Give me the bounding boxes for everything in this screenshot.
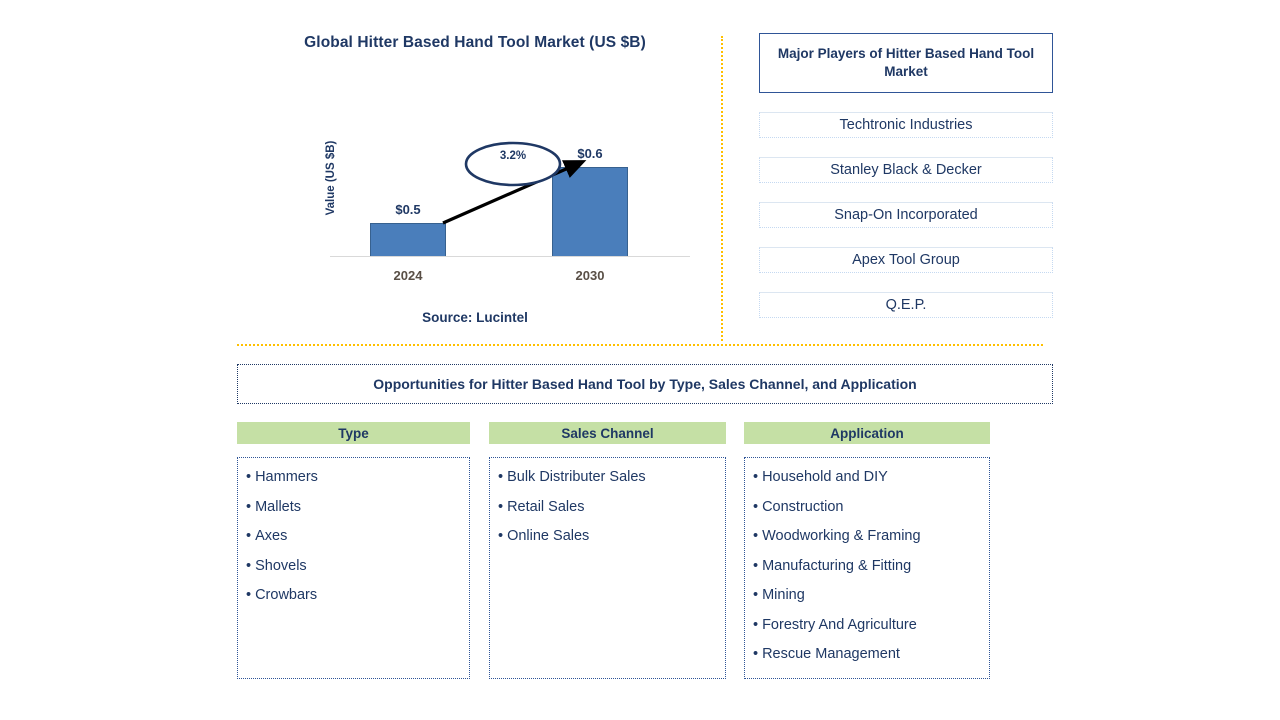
bar-value-2024: $0.5 — [395, 202, 421, 217]
list-item-label: Online Sales — [507, 528, 590, 544]
column-header-sales-channel: Sales Channel — [489, 422, 726, 444]
bullet-icon: • — [246, 587, 252, 603]
list-item: • Online Sales — [498, 529, 717, 544]
bar-chart-plot-area: Value (US $B) $0.5 2024 $0.6 2030 3.2% — [325, 122, 690, 283]
list-item-label: Axes — [255, 528, 288, 544]
opportunity-column-sales-channel: Sales Channel • Bulk Distributer Sales • R… — [489, 422, 726, 679]
list-item-label: Shovels — [255, 557, 307, 574]
list-item: • Retail Sales — [498, 498, 717, 515]
cagr-label: 3.2% — [499, 150, 527, 162]
opportunity-column-application: Application • Household and DIY • Construc… — [744, 422, 990, 679]
opportunity-column-type: Type • Hammers • Mallets • Axes • Shovels • C… — [237, 422, 470, 679]
bullet-icon: • — [498, 528, 504, 544]
player-row[interactable]: Q.E.P. — [759, 292, 1053, 318]
y-axis-label: Value (US $B) — [325, 140, 337, 216]
horizontal-divider — [237, 344, 1043, 346]
list-item: • Hammers — [246, 470, 461, 485]
list-item-label: Bulk Distributer Sales — [507, 469, 646, 485]
bullet-icon: • — [753, 528, 759, 544]
column-body-type: • Hammers • Mallets • Axes • Shovels • Crowba… — [237, 457, 470, 679]
player-row[interactable]: Apex Tool Group — [759, 247, 1053, 273]
list-item-label: Crowbars — [255, 587, 318, 603]
market-chart-panel: Global Hitter Based Hand Tool Market (US… — [230, 22, 720, 340]
list-item: • Forestry And Agriculture — [753, 616, 981, 633]
bullet-icon: • — [246, 557, 252, 574]
x-axis-line — [330, 256, 690, 257]
list-item-label: Manufacturing & Fitting — [762, 557, 912, 574]
bullet-icon: • — [246, 498, 252, 515]
chart-title: Global Hitter Based Hand Tool Market (US… — [304, 34, 646, 51]
list-item: • Construction — [753, 498, 981, 515]
list-item: • Rescue Management — [753, 647, 981, 662]
bullet-icon: • — [246, 528, 252, 544]
list-item-label: Mallets — [255, 498, 302, 515]
list-item: • Woodworking & Framing — [753, 529, 981, 544]
bullet-icon: • — [498, 498, 504, 515]
bullet-icon: • — [753, 557, 759, 574]
bar-value-2030: $0.6 — [577, 146, 603, 161]
bar-group-2024: $0.5 2024 — [358, 122, 458, 283]
list-item: • Axes — [246, 529, 461, 544]
list-item-label: Mining — [762, 587, 805, 603]
list-item: • Mining — [753, 588, 981, 603]
player-row[interactable]: Techtronic Industries — [759, 112, 1053, 138]
bar-2024 — [370, 223, 446, 257]
player-row[interactable]: Stanley Black & Decker — [759, 157, 1053, 183]
bar-2030 — [552, 167, 628, 257]
bullet-icon: • — [753, 616, 759, 633]
list-item-label: Hammers — [255, 469, 318, 485]
bullet-icon: • — [498, 469, 504, 485]
opportunities-columns: Type • Hammers • Mallets • Axes • Shovels • C… — [237, 422, 1053, 682]
list-item: • Household and DIY — [753, 470, 981, 485]
major-players-header: Major Players of Hitter Based Hand Tool … — [759, 33, 1053, 93]
bullet-icon: • — [753, 646, 759, 662]
list-item-label: Retail Sales — [507, 498, 585, 515]
list-item-label: Household and DIY — [762, 469, 888, 485]
list-item: • Mallets — [246, 498, 461, 515]
list-item-label: Forestry And Agriculture — [762, 616, 917, 633]
bullet-icon: • — [753, 469, 759, 485]
vertical-divider — [721, 36, 723, 341]
list-item-label: Construction — [762, 498, 844, 515]
list-item: • Bulk Distributer Sales — [498, 470, 717, 485]
list-item-label: Woodworking & Framing — [762, 528, 921, 544]
column-body-application: • Household and DIY • Construction • Woodwo… — [744, 457, 990, 679]
list-item: • Shovels — [246, 557, 461, 574]
column-body-sales-channel: • Bulk Distributer Sales • Retail Sales • O… — [489, 457, 726, 679]
column-header-application: Application — [744, 422, 990, 444]
list-item-label: Rescue Management — [762, 646, 900, 662]
player-row[interactable]: Snap-On Incorporated — [759, 202, 1053, 228]
list-item: • Crowbars — [246, 588, 461, 603]
bullet-icon: • — [753, 498, 759, 515]
column-header-type: Type — [237, 422, 470, 444]
major-players-panel: Major Players of Hitter Based Hand Tool … — [759, 33, 1053, 318]
opportunities-title: Opportunities for Hitter Based Hand Tool… — [237, 364, 1053, 404]
bar-group-2030: $0.6 2030 — [540, 122, 640, 283]
x-tick-2030: 2030 — [575, 268, 605, 283]
source-note: Source: Lucintel — [422, 310, 528, 325]
list-item: • Manufacturing & Fitting — [753, 557, 981, 574]
x-tick-2024: 2024 — [393, 268, 423, 283]
bullet-icon: • — [246, 469, 252, 485]
bullet-icon: • — [753, 587, 759, 603]
